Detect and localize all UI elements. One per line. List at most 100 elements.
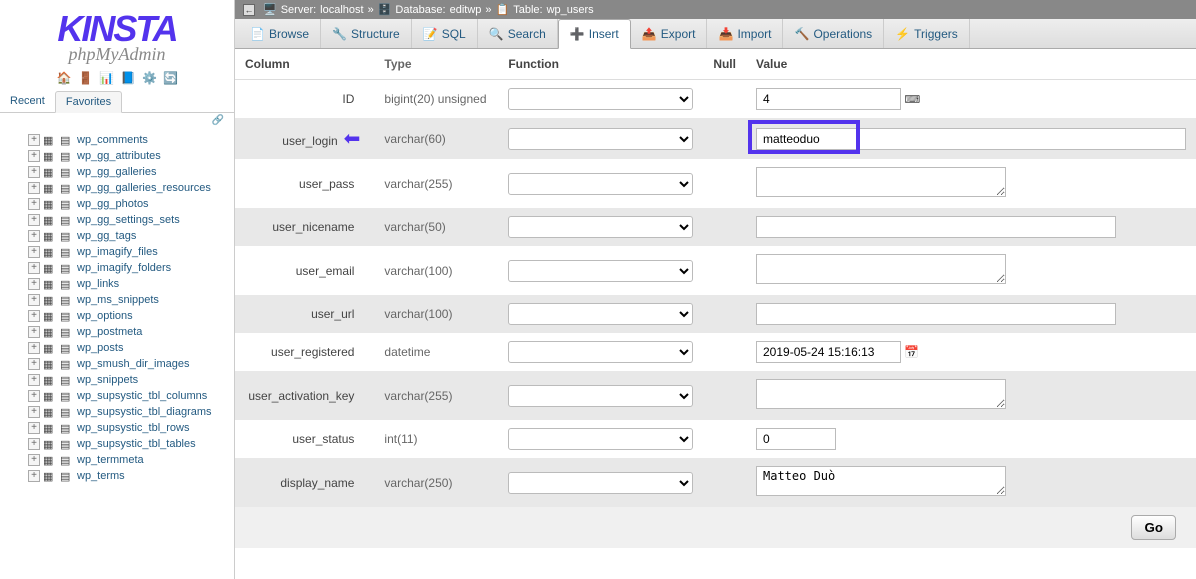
- col-func: [498, 159, 703, 208]
- function-select-display_name[interactable]: [508, 472, 693, 494]
- expand-icon[interactable]: +: [28, 214, 40, 226]
- expand-icon[interactable]: +: [28, 342, 40, 354]
- tree-item-wp_supsystic_tbl_rows[interactable]: +▦▤wp_supsystic_tbl_rows: [0, 420, 234, 436]
- expand-icon[interactable]: +: [28, 262, 40, 274]
- tree-item-wp_supsystic_tbl_columns[interactable]: +▦▤wp_supsystic_tbl_columns: [0, 388, 234, 404]
- tree-item-wp_terms[interactable]: +▦▤wp_terms: [0, 468, 234, 484]
- tree-item-wp_options[interactable]: +▦▤wp_options: [0, 308, 234, 324]
- col-value: [746, 371, 1196, 420]
- icon-toolbar: 🏠 🚪 📊 📘 ⚙️ 🔄: [0, 67, 234, 91]
- tree-item-wp_ms_snippets[interactable]: +▦▤wp_ms_snippets: [0, 292, 234, 308]
- tab-sql[interactable]: 📝SQL: [412, 19, 478, 48]
- settings-icon[interactable]: ⚙️: [142, 71, 156, 85]
- tab-import[interactable]: 📥Import: [707, 19, 783, 48]
- expand-icon[interactable]: +: [28, 134, 40, 146]
- value-input-user_login[interactable]: [756, 128, 1186, 150]
- expand-icon[interactable]: +: [28, 358, 40, 370]
- docs-icon[interactable]: 📘: [121, 71, 135, 85]
- tab-insert[interactable]: ➕Insert: [558, 19, 631, 49]
- tab-search[interactable]: 🔍Search: [478, 19, 558, 48]
- value-input-user_registered[interactable]: [756, 341, 901, 363]
- tree-item-wp_comments[interactable]: +▦▤wp_comments: [0, 132, 234, 148]
- expand-icon[interactable]: +: [28, 470, 40, 482]
- tree-item-wp_links[interactable]: +▦▤wp_links: [0, 276, 234, 292]
- expand-icon[interactable]: +: [28, 150, 40, 162]
- tree-item-wp_smush_dir_images[interactable]: +▦▤wp_smush_dir_images: [0, 356, 234, 372]
- function-select-user_nicename[interactable]: [508, 216, 693, 238]
- expand-icon[interactable]: +: [28, 374, 40, 386]
- tree-item-wp_gg_settings_sets[interactable]: +▦▤wp_gg_settings_sets: [0, 212, 234, 228]
- expand-icon[interactable]: +: [28, 326, 40, 338]
- expand-icon[interactable]: +: [28, 182, 40, 194]
- value-input-display_name[interactable]: Matteo Duò: [756, 466, 1006, 496]
- tree-item-wp_gg_photos[interactable]: +▦▤wp_gg_photos: [0, 196, 234, 212]
- expand-icon[interactable]: +: [28, 422, 40, 434]
- calendar-icon[interactable]: 📅: [904, 345, 919, 359]
- expand-icon[interactable]: +: [28, 166, 40, 178]
- expand-icon[interactable]: +: [28, 230, 40, 242]
- tab-operations[interactable]: 🔨Operations: [783, 19, 884, 48]
- table-icon: ▦: [43, 230, 57, 242]
- expand-icon[interactable]: +: [28, 438, 40, 450]
- function-select-user_status[interactable]: [508, 428, 693, 450]
- tab-recent[interactable]: Recent: [0, 91, 55, 112]
- expand-icon[interactable]: +: [28, 246, 40, 258]
- expand-icon[interactable]: +: [28, 454, 40, 466]
- function-select-user_email[interactable]: [508, 260, 693, 282]
- tree-item-wp_termmeta[interactable]: +▦▤wp_termmeta: [0, 452, 234, 468]
- tree-item-wp_postmeta[interactable]: +▦▤wp_postmeta: [0, 324, 234, 340]
- function-select-user_activation_key[interactable]: [508, 385, 693, 407]
- home-icon[interactable]: 🏠: [57, 71, 71, 85]
- tree-item-wp_imagify_files[interactable]: +▦▤wp_imagify_files: [0, 244, 234, 260]
- tree-item-wp_gg_galleries_resources[interactable]: +▦▤wp_gg_galleries_resources: [0, 180, 234, 196]
- expand-icon[interactable]: +: [28, 278, 40, 290]
- function-select-user_url[interactable]: [508, 303, 693, 325]
- tree-item-wp_snippets[interactable]: +▦▤wp_snippets: [0, 372, 234, 388]
- tree-item-wp_supsystic_tbl_diagrams[interactable]: +▦▤wp_supsystic_tbl_diagrams: [0, 404, 234, 420]
- value-input-ID[interactable]: [756, 88, 901, 110]
- function-select-user_login[interactable]: [508, 128, 693, 150]
- tree-item-wp_posts[interactable]: +▦▤wp_posts: [0, 340, 234, 356]
- link-icon[interactable]: 🔗: [0, 113, 234, 128]
- structure-icon: 🔧: [332, 27, 346, 41]
- tree-item-wp_gg_attributes[interactable]: +▦▤wp_gg_attributes: [0, 148, 234, 164]
- table-link[interactable]: wp_users: [547, 4, 594, 16]
- reload-icon[interactable]: 🔄: [163, 71, 177, 85]
- value-input-user_status[interactable]: [756, 428, 836, 450]
- keyboard-icon[interactable]: ⌨: [904, 94, 920, 106]
- tree-label: wp_comments: [77, 134, 148, 146]
- value-input-user_nicename[interactable]: [756, 216, 1116, 238]
- exit-icon[interactable]: 🚪: [78, 71, 92, 85]
- col-value: ⌨: [746, 80, 1196, 119]
- tree-item-wp_gg_galleries[interactable]: +▦▤wp_gg_galleries: [0, 164, 234, 180]
- expand-icon[interactable]: +: [28, 390, 40, 402]
- value-input-user_email[interactable]: [756, 254, 1006, 284]
- expand-icon[interactable]: +: [28, 310, 40, 322]
- tab-structure[interactable]: 🔧Structure: [321, 19, 412, 48]
- expand-icon[interactable]: +: [28, 294, 40, 306]
- table-struct-icon: ▤: [60, 214, 74, 226]
- value-input-user_pass[interactable]: [756, 167, 1006, 197]
- tree-item-wp_gg_tags[interactable]: +▦▤wp_gg_tags: [0, 228, 234, 244]
- tree-item-wp_imagify_folders[interactable]: +▦▤wp_imagify_folders: [0, 260, 234, 276]
- query-icon[interactable]: 📊: [99, 71, 113, 85]
- function-select-user_pass[interactable]: [508, 173, 693, 195]
- tab-export[interactable]: 📤Export: [631, 19, 708, 48]
- db-link[interactable]: editwp: [450, 4, 482, 16]
- value-input-user_url[interactable]: [756, 303, 1116, 325]
- go-button[interactable]: Go: [1131, 515, 1176, 540]
- tree-item-wp_supsystic_tbl_tables[interactable]: +▦▤wp_supsystic_tbl_tables: [0, 436, 234, 452]
- tab-favorites[interactable]: Favorites: [55, 91, 122, 113]
- function-select-user_registered[interactable]: [508, 341, 693, 363]
- expand-icon[interactable]: +: [28, 198, 40, 210]
- expand-icon[interactable]: +: [28, 406, 40, 418]
- table-struct-icon: ▤: [60, 358, 74, 370]
- browse-icon: 📄: [250, 27, 264, 41]
- function-select-ID[interactable]: [508, 88, 693, 110]
- col-func: [498, 208, 703, 246]
- nav-left-icon[interactable]: ←: [243, 4, 255, 16]
- tab-triggers[interactable]: ⚡Triggers: [884, 19, 970, 48]
- tab-browse[interactable]: 📄Browse: [239, 19, 321, 48]
- value-input-user_activation_key[interactable]: [756, 379, 1006, 409]
- server-link[interactable]: localhost: [320, 4, 363, 16]
